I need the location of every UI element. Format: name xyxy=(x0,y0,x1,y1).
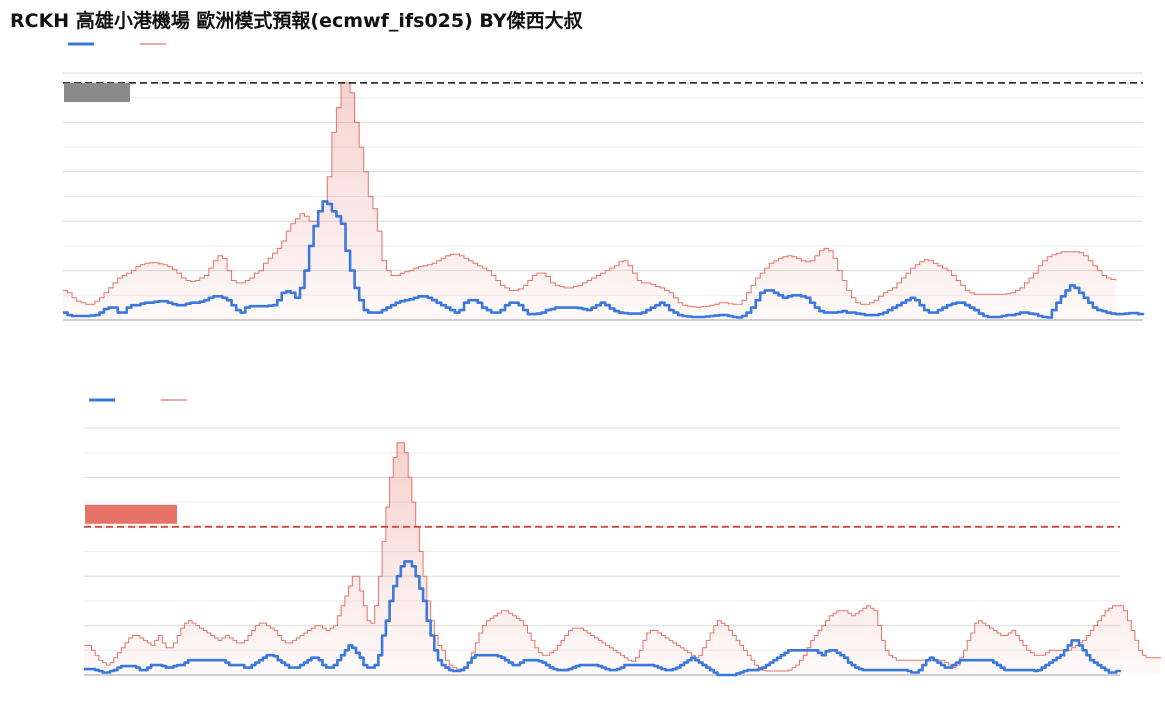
crosswind-chart-panel xyxy=(0,360,1165,722)
reference-label xyxy=(64,83,130,102)
wind-speed-chart-panel xyxy=(0,0,1165,360)
reference-label-box xyxy=(85,504,177,524)
wind-speed-chart xyxy=(63,42,1145,321)
reference-label-box xyxy=(64,83,130,102)
reference-label xyxy=(85,504,177,524)
series-gust-area xyxy=(63,82,1116,321)
crosswind-chart xyxy=(84,398,1161,677)
